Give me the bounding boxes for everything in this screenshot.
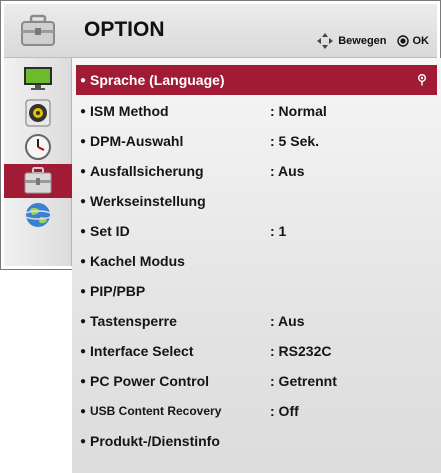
category-sidebar (4, 58, 72, 266)
menu-item-value: : Aus (270, 163, 305, 179)
audio-speaker-icon (25, 99, 51, 127)
menu-item-label: Werkseinstellung (90, 193, 206, 209)
bullet: ● (79, 345, 87, 357)
menu-item-label: Set ID (90, 223, 130, 239)
menu-item-usb-content-recovery[interactable]: ● USB Content Recovery : Off (76, 396, 437, 426)
ok-hint-label: OK (412, 35, 430, 47)
menu-item-value: : Getrennt (270, 373, 337, 389)
bullet: ● (79, 165, 87, 177)
menu-header: OPTION Bewegen OK (4, 4, 437, 58)
menu-item-value: : Off (270, 403, 299, 419)
bullet: ● (79, 315, 87, 327)
option-menu-panel: ● Sprache (Language) ● ISM Method : Norm… (72, 58, 441, 473)
navigation-help: Bewegen OK (316, 32, 429, 50)
page-title: OPTION (84, 18, 165, 41)
option-briefcase-icon (21, 14, 55, 46)
sidebar-item-picture[interactable] (4, 62, 72, 96)
network-globe-icon (23, 203, 53, 227)
menu-item-set-id[interactable]: ● Set ID : 1 (76, 216, 437, 246)
selection-pin-icon (418, 74, 426, 86)
move-hint-label: Bewegen (338, 35, 387, 47)
menu-item-value: : 5 Sek. (270, 133, 320, 149)
sidebar-item-network[interactable] (4, 198, 72, 232)
sidebar-item-option[interactable] (4, 164, 72, 198)
menu-item-value: : Aus (270, 313, 305, 329)
picture-monitor-icon (24, 67, 52, 90)
sidebar-item-time[interactable] (4, 130, 72, 164)
clock-icon (25, 134, 51, 160)
menu-item-factory-reset[interactable]: ● Werkseinstellung (76, 186, 437, 216)
sidebar-item-audio[interactable] (4, 96, 72, 130)
menu-item-value: : RS232C (270, 343, 332, 359)
option-briefcase-icon (24, 167, 52, 194)
menu-item-product-info[interactable]: ● Produkt-/Dienstinfo (76, 426, 437, 456)
bullet: ● (79, 105, 87, 117)
menu-item-interface-select[interactable]: ● Interface Select : RS232C (76, 336, 437, 366)
menu-item-label: Kachel Modus (90, 253, 185, 269)
bullet: ● (79, 195, 87, 207)
menu-item-key-lock[interactable]: ● Tastensperre : Aus (76, 306, 437, 336)
menu-item-label: PC Power Control (90, 373, 210, 389)
menu-item-value: : Normal (270, 103, 327, 119)
menu-item-label: Produkt-/Dienstinfo (90, 433, 220, 449)
menu-item-tile-mode[interactable]: ● Kachel Modus (76, 246, 437, 276)
menu-item-label: USB Content Recovery (90, 404, 222, 418)
menu-item-label: DPM-Auswahl (90, 133, 184, 149)
bullet: ● (79, 135, 87, 147)
menu-item-pip-pbp[interactable]: ● PIP/PBP (76, 276, 437, 306)
ok-button-icon (396, 35, 409, 47)
menu-item-label: Ausfallsicherung (90, 163, 204, 179)
menu-item-pc-power-control[interactable]: ● PC Power Control : Getrennt (76, 366, 437, 396)
bullet: ● (79, 375, 87, 387)
move-arrows-icon (317, 33, 334, 49)
menu-item-ism-method[interactable]: ● ISM Method : Normal (76, 96, 437, 126)
menu-item-value: : 1 (270, 223, 287, 239)
bullet: ● (79, 74, 87, 86)
bullet: ● (79, 255, 87, 267)
menu-item-language[interactable]: ● Sprache (Language) (76, 65, 437, 95)
bullet: ● (79, 405, 87, 417)
bullet: ● (79, 225, 87, 237)
menu-item-dpm[interactable]: ● DPM-Auswahl : 5 Sek. (76, 126, 437, 156)
menu-item-label: PIP/PBP (90, 283, 146, 299)
bullet: ● (79, 435, 87, 447)
bullet: ● (79, 285, 87, 297)
menu-item-label: ISM Method (90, 103, 169, 119)
menu-item-label: Sprache (Language) (90, 72, 225, 88)
menu-item-label: Interface Select (90, 343, 194, 359)
menu-item-label: Tastensperre (90, 313, 177, 329)
menu-item-failover[interactable]: ● Ausfallsicherung : Aus (76, 156, 437, 186)
